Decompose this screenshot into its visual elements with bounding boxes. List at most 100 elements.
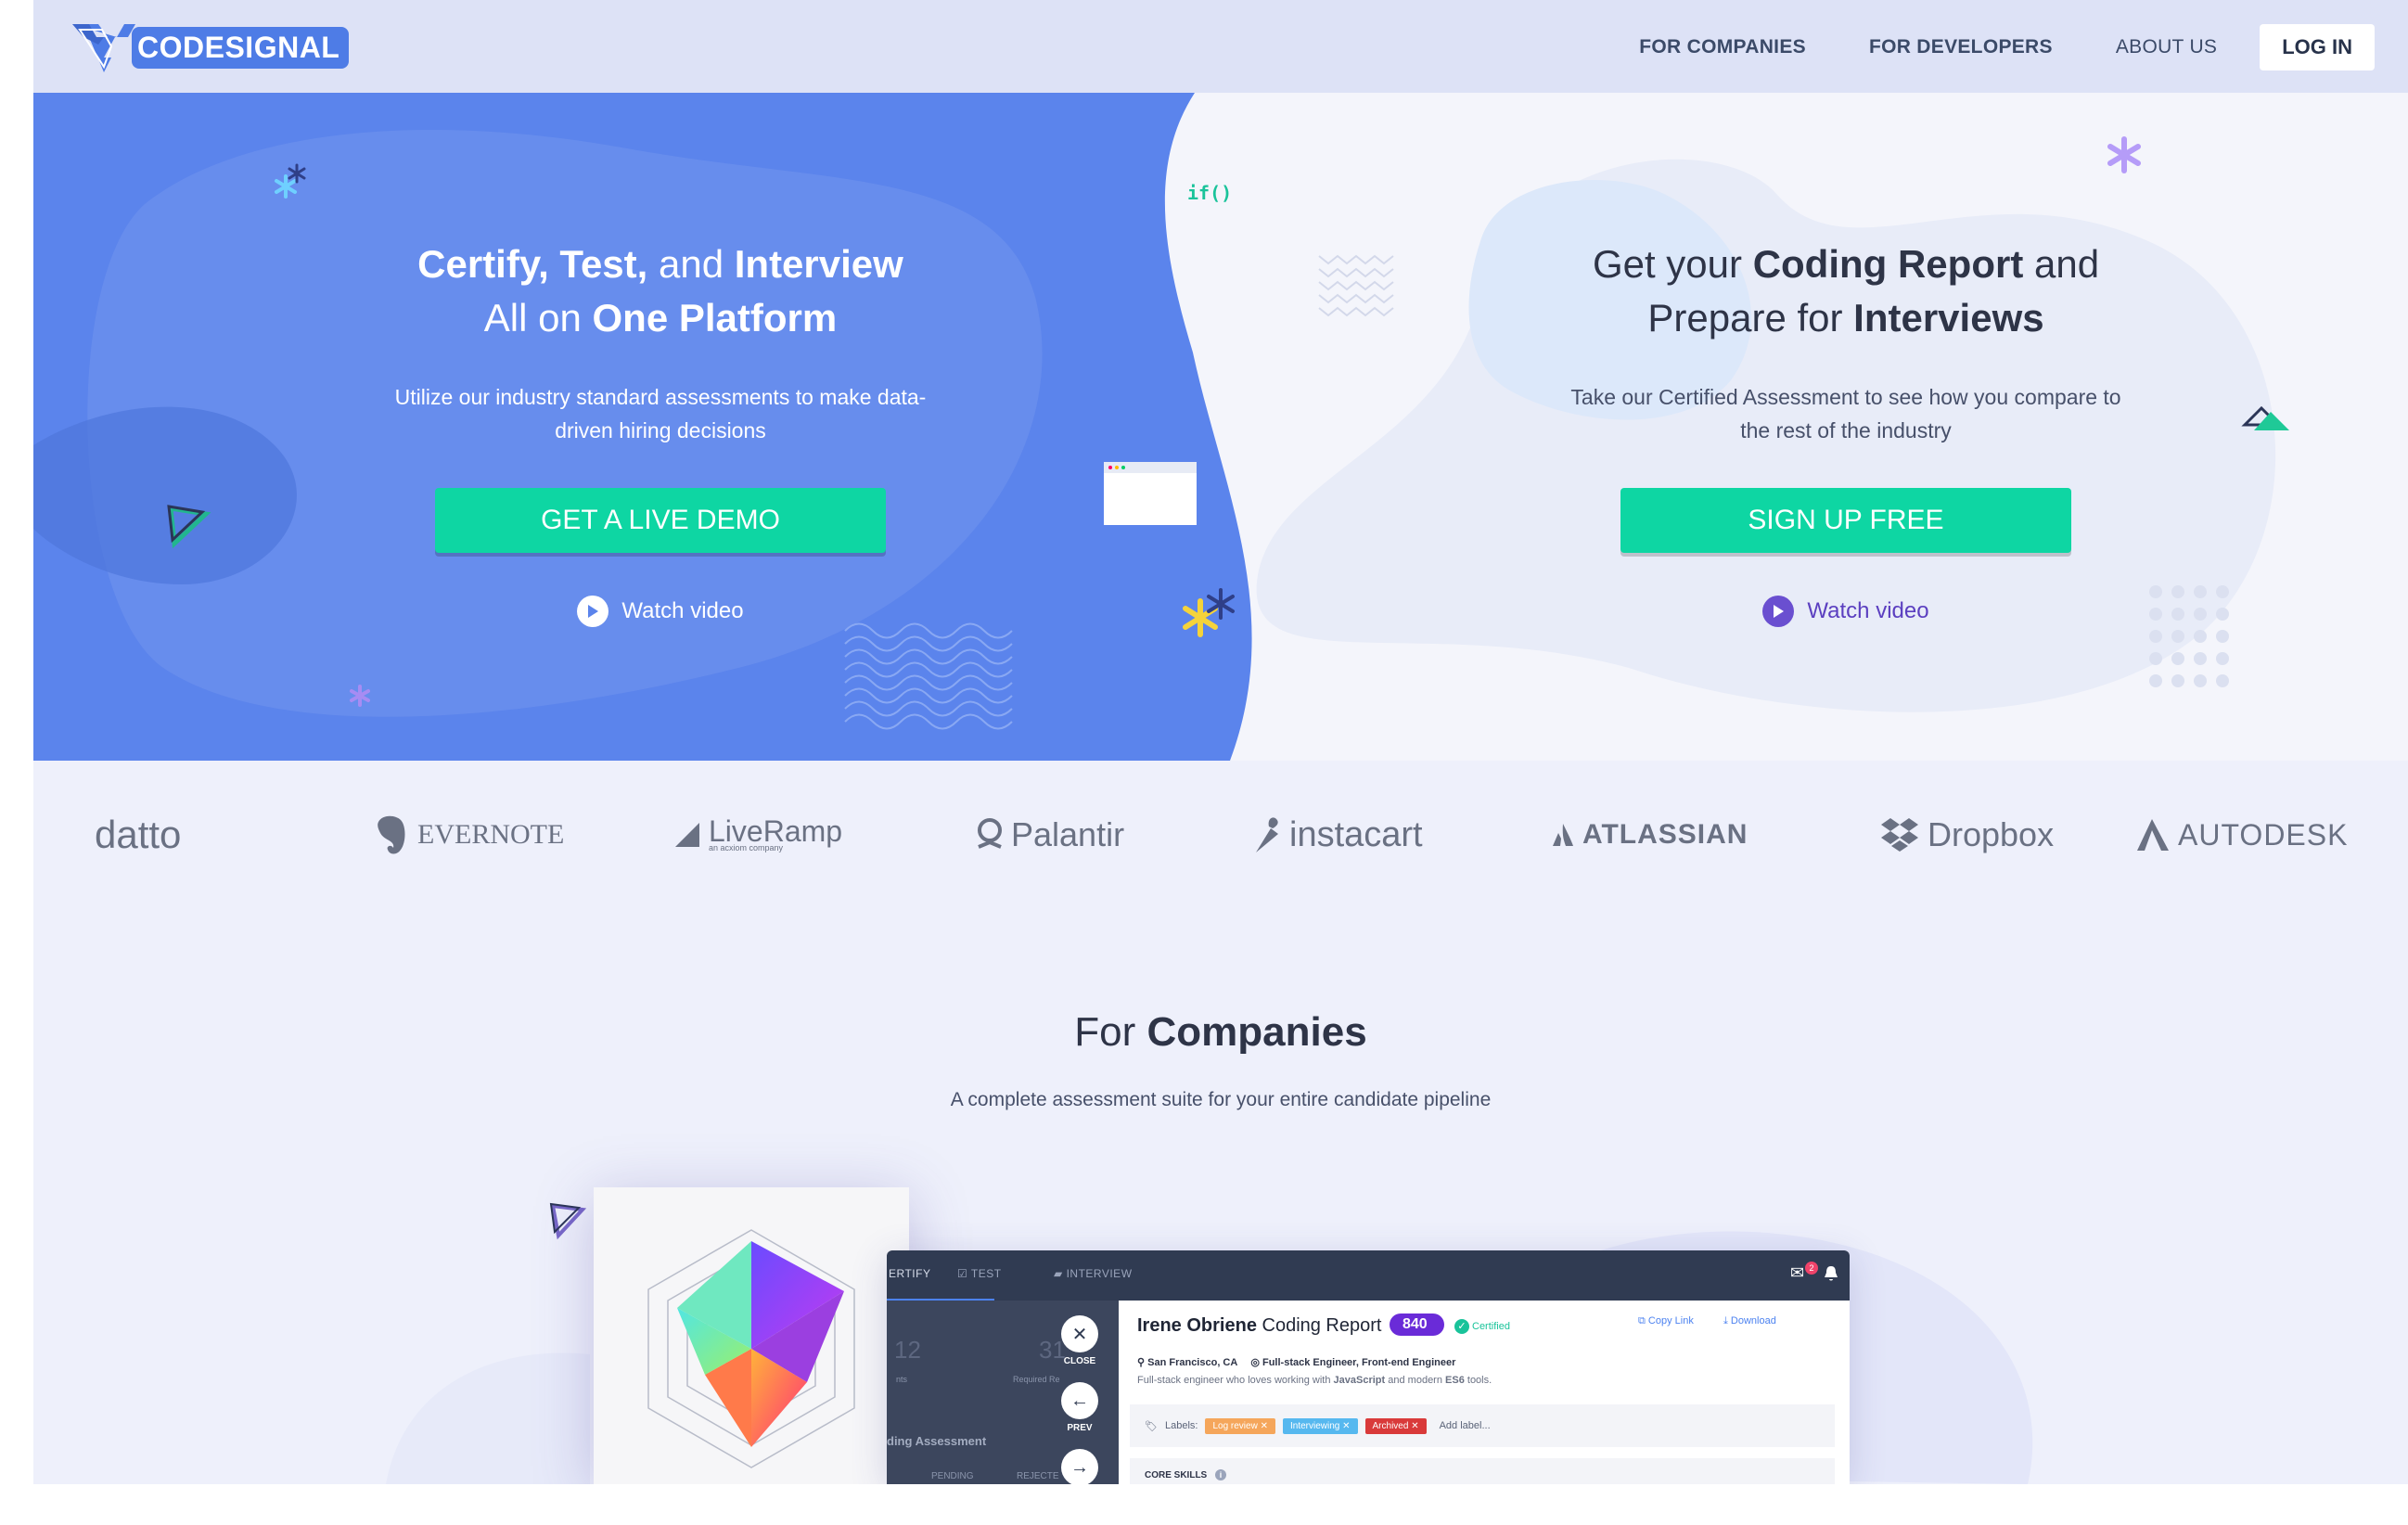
title-part: and xyxy=(647,242,735,286)
title-part: All on xyxy=(483,296,593,340)
tab-interview[interactable]: ▰ INTERVIEW xyxy=(1054,1267,1133,1280)
info-icon[interactable]: i xyxy=(1215,1469,1227,1480)
tab-test-label: TEST xyxy=(970,1267,1002,1280)
instacart-logo: instacart xyxy=(1249,798,1423,872)
stat-label: Required Re xyxy=(1013,1375,1060,1384)
desc-part: Full-stack engineer who loves working wi… xyxy=(1137,1375,1334,1386)
watch-video-label: Watch video xyxy=(1807,598,1929,623)
play-icon xyxy=(1762,596,1795,627)
candidate-heading: Irene Obriene Coding Report xyxy=(1137,1315,1381,1337)
tag-text: Log review xyxy=(1212,1420,1258,1431)
instacart-carrot-icon xyxy=(1256,817,1278,852)
tab-interview-label: INTERVIEW xyxy=(1066,1267,1133,1280)
pending-tab[interactable]: PENDING xyxy=(931,1471,974,1481)
evernote-wordmark: EVERNOTE xyxy=(417,819,565,850)
hexagon-skill-chart xyxy=(647,1229,855,1468)
title-part: Companies xyxy=(1146,1009,1367,1055)
candidate-meta: ⚲ San Francisco, CA ◎ Full-stack Enginee… xyxy=(1137,1356,1455,1368)
download-label: Download xyxy=(1730,1315,1776,1326)
codesignal-logo[interactable]: CODESIGNAL xyxy=(70,20,350,74)
labels-row: 🏷 Labels: Log review ✕ Interviewing ✕ Ar… xyxy=(1130,1404,1835,1447)
title-part: For xyxy=(1074,1009,1147,1055)
next-button[interactable]: → xyxy=(1061,1449,1098,1484)
desc-part: JavaScript xyxy=(1333,1375,1386,1386)
tab-test[interactable]: ☑ TEST xyxy=(957,1267,1002,1280)
customer-logos: datto EVERNOTE LiveRamp an acxiom compan… xyxy=(33,798,2408,872)
coding-report-app-preview: ERTIFY ☑ TEST ▰ INTERVIEW ✉ 2 12 nts 31 … xyxy=(887,1250,1850,1484)
download-button[interactable]: ⤓ Download xyxy=(1723,1315,1776,1327)
title-part: Prepare for xyxy=(1647,296,1854,340)
autodesk-icon xyxy=(2137,819,2169,851)
hero-companies-column: Certify, Test, and Interview All on One … xyxy=(197,93,1124,627)
label-tag[interactable]: Interviewing ✕ xyxy=(1282,1417,1358,1434)
hero-right-subtitle: Take our Certified Assessment to see how… xyxy=(1570,385,2121,442)
label-tag[interactable]: Log review ✕ xyxy=(1205,1417,1275,1434)
coding-report-panel: Irene Obriene Coding Report 840 ✓ Certif… xyxy=(1119,1301,1850,1484)
title-part: Interview xyxy=(734,242,903,286)
hero-section: if() Certify, Test, and Interview All on… xyxy=(33,93,2408,761)
candidate-description: Full-stack engineer who loves working wi… xyxy=(1137,1375,1492,1386)
get-live-demo-button[interactable]: GET A LIVE DEMO xyxy=(435,488,886,553)
logo-wordmark: CODESIGNAL xyxy=(132,26,350,69)
roles: ◎ Full-stack Engineer, Front-end Enginee… xyxy=(1250,1357,1456,1368)
location-text: San Francisco, CA xyxy=(1147,1357,1238,1368)
atlassian-wordmark: ATLASSIAN xyxy=(1582,819,1748,850)
code-snippet-decoration: if() xyxy=(1187,182,1233,204)
companies-title: For Companies xyxy=(33,1009,2408,1056)
certified-label: Certified xyxy=(1472,1321,1510,1332)
location: ⚲ San Francisco, CA xyxy=(1137,1357,1238,1368)
atlassian-logo: ATLASSIAN xyxy=(1551,798,1748,872)
evernote-elephant-icon xyxy=(378,815,405,854)
copy-link-label: Copy Link xyxy=(1647,1315,1694,1326)
liveramp-wordmark: LiveRamp xyxy=(709,814,843,848)
app-left-panel: 12 nts 31 Required Re ding Assessment PE… xyxy=(887,1301,1119,1484)
nav-for-developers[interactable]: FOR DEVELOPERS xyxy=(1838,25,2084,70)
bell-icon[interactable] xyxy=(1824,1265,1838,1282)
login-button[interactable]: LOG IN xyxy=(2260,24,2375,70)
watch-video-link-left[interactable]: Watch video xyxy=(197,596,1124,627)
check-icon: ✓ xyxy=(1454,1319,1469,1334)
liveramp-tagline: an acxiom company xyxy=(709,843,784,852)
certified-badge: ✓ Certified xyxy=(1454,1319,1510,1334)
label-tag[interactable]: Archived ✕ xyxy=(1364,1417,1427,1434)
palantir-icon xyxy=(978,818,1002,849)
dropbox-wordmark: Dropbox xyxy=(1928,815,2055,853)
liveramp-text: LiveRamp an acxiom company xyxy=(709,814,843,852)
nav-links: FOR COMPANIES FOR DEVELOPERS ABOUT US LO… xyxy=(1607,24,2375,70)
watch-video-link-right[interactable]: Watch video xyxy=(1382,596,2310,627)
hero-left-subtitle: Utilize our industry standard assessment… xyxy=(394,385,927,442)
sign-up-free-button[interactable]: SIGN UP FREE xyxy=(1620,488,2071,553)
title-part: and xyxy=(2023,242,2100,286)
app-top-bar: ERTIFY ☑ TEST ▰ INTERVIEW ✉ 2 xyxy=(887,1250,1850,1301)
close-button[interactable]: ✕ xyxy=(1061,1315,1098,1352)
companies-subtitle: A complete assessment suite for your ent… xyxy=(950,1089,1492,1110)
nav-for-companies[interactable]: FOR COMPANIES xyxy=(1607,25,1838,70)
score-badge: 840 xyxy=(1390,1314,1444,1336)
rejected-tab[interactable]: REJECTE xyxy=(1017,1471,1059,1481)
autodesk-logo: AUTODESK xyxy=(2135,798,2348,872)
tag-icon: 🏷 xyxy=(1145,1420,1158,1432)
nav-about-us[interactable]: ABOUT US xyxy=(2084,25,2248,70)
hero-right-title: Get your Coding Report and Prepare for I… xyxy=(1382,237,2310,345)
title-part: Certify, Test, xyxy=(417,242,648,286)
roles-text: Full-stack Engineer, Front-end Engineer xyxy=(1262,1357,1456,1368)
codesignal-logo-icon xyxy=(72,24,135,72)
prev-button[interactable]: ← xyxy=(1061,1382,1098,1419)
dropbox-logo: Dropbox xyxy=(1879,798,2054,872)
mail-icon[interactable]: ✉ xyxy=(1790,1263,1804,1283)
skills-graph-card xyxy=(594,1187,909,1484)
title-part: One Platform xyxy=(592,296,838,340)
add-label-input[interactable]: Add label... xyxy=(1440,1420,1491,1431)
tab-certify[interactable]: ERTIFY xyxy=(889,1267,930,1280)
assessment-dropdown[interactable]: ding Assessment xyxy=(887,1434,986,1448)
title-part: Interviews xyxy=(1853,296,2044,340)
labels-title: Labels: xyxy=(1164,1420,1198,1431)
desc-part: tools. xyxy=(1464,1375,1492,1386)
tag-text: Interviewing xyxy=(1289,1420,1340,1431)
candidate-name: Irene Obriene xyxy=(1137,1315,1257,1336)
autodesk-wordmark: AUTODESK xyxy=(2178,817,2349,852)
evernote-logo: EVERNOTE xyxy=(373,798,564,872)
stat-label: nts xyxy=(896,1375,908,1384)
desc-part: and modern xyxy=(1385,1375,1446,1386)
copy-link-button[interactable]: ⧉ Copy Link xyxy=(1638,1315,1694,1327)
